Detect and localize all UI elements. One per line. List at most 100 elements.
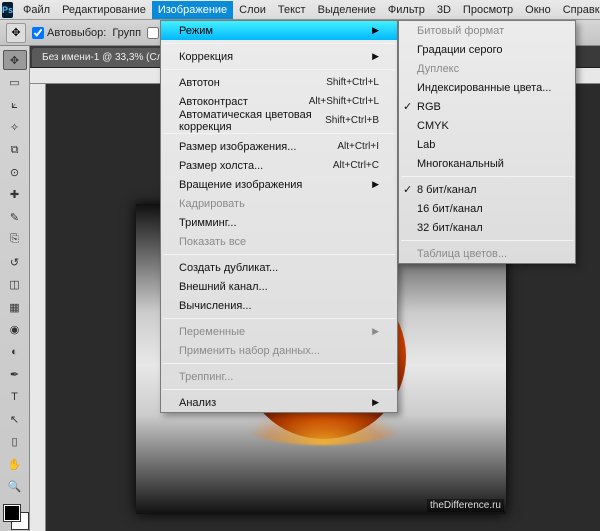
tool-heal[interactable]: ✚ [3, 185, 27, 205]
menu-3d[interactable]: 3D [431, 1, 457, 19]
group-dropdown-label[interactable]: Групп [112, 27, 141, 39]
menu-window[interactable]: Окно [519, 1, 557, 19]
menu-item-label: Коррекция [179, 51, 233, 63]
image-menu-item: Применить набор данных... [161, 341, 397, 360]
color-swatches[interactable] [2, 505, 28, 531]
image-menu-item[interactable]: Тримминг... [161, 213, 397, 232]
menu-item-label: Индексированные цвета... [417, 82, 551, 94]
menu-separator [163, 254, 395, 255]
tool-marquee[interactable]: ▭ [3, 72, 27, 92]
tool-brush[interactable]: ✎ [3, 207, 27, 227]
photoshop-icon: Ps [2, 2, 13, 18]
menu-item-label: Кадрировать [179, 198, 245, 210]
image-menu-item[interactable]: Коррекция ▶ [161, 47, 397, 66]
mode-submenu-item[interactable]: 32 бит/канал [399, 218, 575, 237]
tool-crop[interactable]: ⧉ [3, 140, 27, 160]
mode-submenu-item[interactable]: 16 бит/канал [399, 199, 575, 218]
tool-zoom[interactable]: 🔍 [3, 477, 27, 497]
image-menu-item[interactable]: Внешний канал... [161, 277, 397, 296]
tool-gradient[interactable]: ▦ [3, 297, 27, 317]
menu-edit[interactable]: Редактирование [56, 1, 152, 19]
image-menu-item[interactable]: Размер холста... Alt+Ctrl+C [161, 156, 397, 175]
mode-submenu-item: Битовый формат [399, 21, 575, 40]
submenu-arrow-icon: ▶ [372, 179, 379, 190]
tool-lasso[interactable]: ⟀ [3, 95, 27, 115]
menu-item-label: Вычисления... [179, 300, 252, 312]
mode-submenu-item[interactable]: Градации серого [399, 40, 575, 59]
mode-submenu-item[interactable]: Индексированные цвета... [399, 78, 575, 97]
menu-item-label: Создать дубликат... [179, 262, 278, 274]
menu-file[interactable]: Файл [17, 1, 56, 19]
ruler-vertical [30, 84, 46, 531]
menu-item-label: RGB [417, 101, 441, 113]
menubar: Ps Файл Редактирование Изображение Слои … [0, 0, 600, 20]
menu-item-label: Переменные [179, 326, 245, 338]
submenu-arrow-icon: ▶ [372, 51, 379, 62]
tool-eraser[interactable]: ◫ [3, 275, 27, 295]
menu-item-label: Lab [417, 139, 435, 151]
menu-help[interactable]: Справка [557, 1, 600, 19]
image-menu-dropdown: Режим▶Коррекция▶АвтотонShift+Ctrl+LАвток… [160, 20, 398, 413]
image-menu-item: Переменные▶ [161, 322, 397, 341]
image-menu-item[interactable]: Размер изображения...Alt+Ctrl+I [161, 137, 397, 156]
mode-submenu-item[interactable]: CMYK [399, 116, 575, 135]
mode-submenu-item[interactable]: Многоканальный [399, 154, 575, 173]
tool-hand[interactable]: ✋ [3, 454, 27, 474]
menu-item-label: Размер изображения... [179, 141, 296, 153]
foreground-color-swatch[interactable] [4, 505, 20, 521]
tool-path[interactable]: ↖ [3, 409, 27, 429]
tool-shape[interactable]: ▯ [3, 432, 27, 452]
image-menu-item[interactable]: Анализ▶ [161, 393, 397, 412]
tool-history-brush[interactable]: ↺ [3, 252, 27, 272]
show-transform-input[interactable] [147, 27, 159, 39]
image-menu-item[interactable]: Создать дубликат... [161, 258, 397, 277]
auto-select-checkbox[interactable]: Автовыбор: [32, 27, 106, 39]
menu-item-label: Режим [179, 25, 213, 37]
menu-item-label: Применить набор данных... [179, 345, 320, 357]
menu-item-label: 32 бит/канал [417, 222, 483, 234]
image-menu-item[interactable]: Вычисления... [161, 296, 397, 315]
menu-item-label: Битовый формат [417, 25, 504, 37]
tool-wand[interactable]: ✧ [3, 117, 27, 137]
menu-filter[interactable]: Фильтр [382, 1, 431, 19]
tool-pen[interactable]: ✒ [3, 364, 27, 384]
tool-dodge[interactable]: ◐ [3, 342, 27, 362]
menu-separator [163, 133, 395, 134]
image-menu-item[interactable]: Автоматическая цветовая коррекцияShift+C… [161, 111, 397, 130]
menu-item-shortcut: Alt+Ctrl+C [333, 160, 379, 171]
menu-view[interactable]: Просмотр [457, 1, 519, 19]
image-menu-item: Показать все [161, 232, 397, 251]
menu-text[interactable]: Текст [272, 1, 312, 19]
image-menu-item[interactable]: Вращение изображения ▶ [161, 175, 397, 194]
tool-move[interactable]: ✥ [3, 50, 27, 70]
menu-item-label: Внешний канал... [179, 281, 268, 293]
menu-image[interactable]: Изображение [152, 1, 233, 19]
document-tab[interactable]: Без имени-1 @ 33,3% (Сло [32, 48, 178, 67]
menu-item-label: Размер холста... [179, 160, 263, 172]
menu-item-label: Многоканальный [417, 158, 504, 170]
image-menu-item: Треппинг... [161, 367, 397, 386]
menu-item-label: Вращение изображения [179, 179, 302, 191]
image-menu-item[interactable]: АвтотонShift+Ctrl+L [161, 73, 397, 92]
mode-submenu-item[interactable]: 8 бит/канал [399, 180, 575, 199]
menu-separator [163, 43, 395, 44]
submenu-arrow-icon: ▶ [372, 397, 379, 408]
tool-type[interactable]: T [3, 387, 27, 407]
menu-separator [163, 363, 395, 364]
menu-item-label: Автоматическая цветовая коррекция [179, 109, 325, 133]
mode-submenu-item[interactable]: RGB [399, 97, 575, 116]
menu-separator [401, 176, 573, 177]
tool-blur[interactable]: ◉ [3, 319, 27, 339]
menu-item-shortcut: Shift+Ctrl+B [325, 115, 379, 126]
tool-stamp[interactable]: ⎘ [3, 230, 27, 250]
mode-submenu-item[interactable]: Lab [399, 135, 575, 154]
mode-submenu-item: Дуплекс [399, 59, 575, 78]
auto-select-input[interactable] [32, 27, 44, 39]
image-menu-item[interactable]: Режим ▶ [161, 21, 397, 40]
auto-select-label: Автовыбор: [47, 27, 106, 39]
toolbox: ✥ ▭ ⟀ ✧ ⧉ ⊙ ✚ ✎ ⎘ ↺ ◫ ▦ ◉ ◐ ✒ T ↖ ▯ ✋ 🔍 [0, 46, 30, 531]
submenu-arrow-icon: ▶ [372, 25, 379, 36]
menu-select[interactable]: Выделение [312, 1, 382, 19]
tool-eyedropper[interactable]: ⊙ [3, 162, 27, 182]
menu-layers[interactable]: Слои [233, 1, 272, 19]
